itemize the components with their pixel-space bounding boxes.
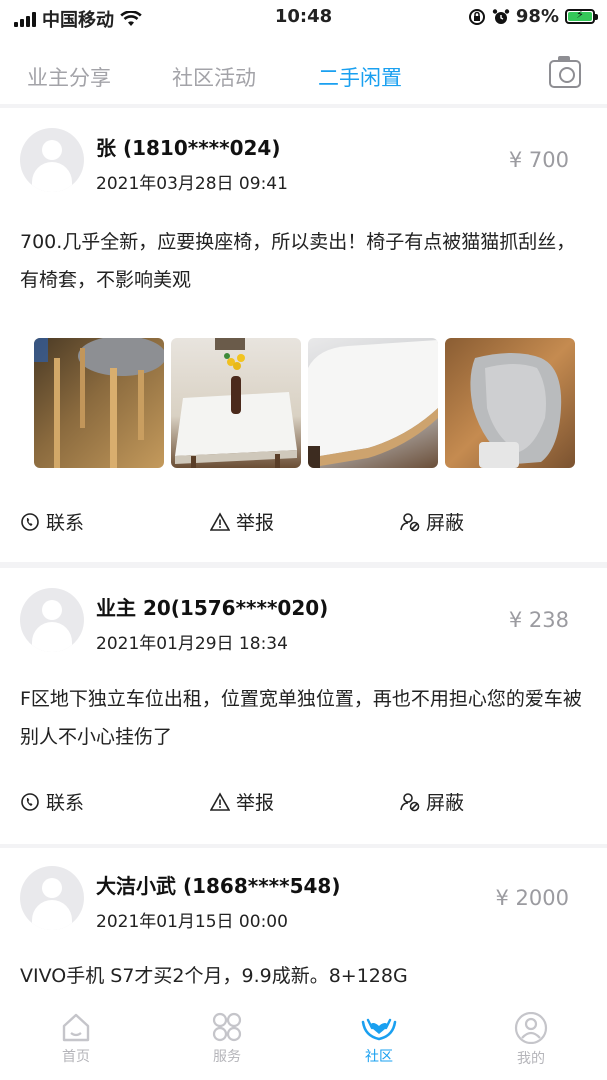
post-price: ¥ 2000 [495,886,569,910]
report-button[interactable]: 举报 [210,508,274,535]
post-price: ¥ 238 [508,608,569,632]
phone-icon [21,792,39,811]
phone-icon [21,512,39,531]
avatar[interactable] [20,866,84,930]
warning-icon [210,511,230,531]
tabbar-community-label: 社区 [365,1049,393,1065]
home-icon [62,1013,90,1042]
tabbar-profile-label: 我的 [517,1051,545,1067]
post-author: 张 (1810****024) [96,136,281,160]
tab-second-hand[interactable]: 二手闲置 [318,62,402,92]
tabbar-home[interactable]: 首页 [36,1012,116,1066]
post-date: 2021年01月29日 18:34 [96,634,288,654]
post-date: 2021年01月15日 00:00 [96,912,288,932]
block-user-icon [400,512,420,531]
photo-thumbnail[interactable] [171,338,301,468]
block-button[interactable]: 屏蔽 [400,788,464,815]
photo-thumbnail[interactable] [34,338,164,468]
contact-label: 联系 [46,792,85,814]
post-content: VIVO手机 S7才买2个月，9.9成新。8+128G [20,965,408,987]
post-date: 2021年03月28日 09:41 [96,174,288,194]
contact-button[interactable]: 联系 [20,788,84,815]
contact-button[interactable]: 联系 [20,508,84,535]
warning-icon [210,791,230,811]
top-tab-bar: 业主分享 社区活动 二手闲置 [0,34,607,104]
community-icon [361,1018,397,1041]
report-label: 举报 [236,792,275,814]
block-label: 屏蔽 [426,792,465,814]
tab-community-events[interactable]: 社区活动 [172,62,256,92]
photo-thumbnail[interactable] [308,338,438,468]
contact-label: 联系 [46,512,85,534]
tabbar-services-label: 服务 [213,1049,241,1065]
post-card: 张 (1810****024) 2021年03月28日 09:41 ¥ 700 … [0,108,607,562]
block-user-icon [400,792,420,811]
camera-icon[interactable] [549,56,581,88]
tabbar-community[interactable]: 社区 [339,1012,419,1066]
tab-owner-share[interactable]: 业主分享 [27,62,111,92]
tabbar-profile[interactable]: 我的 [491,1012,571,1068]
post-actions: 联系 举报 屏蔽 [0,788,607,824]
bottom-tab-bar: 首页 服务 社区 我的 [0,1000,607,1080]
tabbar-home-label: 首页 [62,1049,90,1065]
post-content: 700.几乎全新，应要换座椅，所以卖出！椅子有点被猫猫抓刮丝，有椅套，不影响美观 [20,231,576,291]
orientation-lock-icon [468,8,485,25]
block-label: 屏蔽 [426,512,465,534]
report-button[interactable]: 举报 [210,788,274,815]
alarm-icon [492,8,510,24]
grid-icon [212,1012,242,1042]
post-actions: 联系 举报 屏蔽 [0,508,607,544]
report-label: 举报 [236,512,275,534]
status-bar: 中国移动 10:48 98% ⚡ [0,0,607,34]
post-author: 大洁小武 (1868****548) [96,874,341,898]
avatar[interactable] [20,588,84,652]
photo-thumbnail[interactable] [445,338,575,468]
battery-percent: 98% [515,6,559,27]
photo-grid [34,338,575,468]
post-price: ¥ 700 [508,148,569,172]
post-card: 业主 20(1576****020) 2021年01月29日 18:34 ¥ 2… [0,568,607,844]
avatar[interactable] [20,128,84,192]
post-author: 业主 20(1576****020) [96,596,329,620]
block-button[interactable]: 屏蔽 [400,508,464,535]
status-right: 98% ⚡ [468,6,598,27]
profile-icon [514,1012,548,1044]
battery-icon: ⚡ [565,8,598,24]
post-content: F区地下独立车位出租，位置宽单独位置，再也不用担心您的爱车被别人不小心挂伤了 [20,688,582,748]
tabbar-services[interactable]: 服务 [187,1012,267,1066]
